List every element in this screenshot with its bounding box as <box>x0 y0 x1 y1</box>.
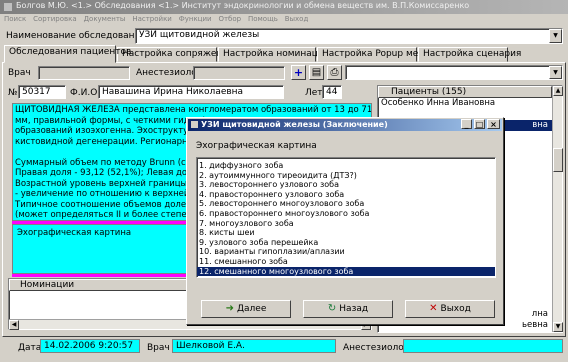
next-button-label: Далее <box>237 304 267 314</box>
exit-x-icon: ✕ <box>429 303 438 314</box>
patient-no-field[interactable]: 50317 <box>18 85 66 99</box>
printer-icon[interactable]: ⎙ <box>327 65 342 80</box>
maximize-icon[interactable]: □ <box>474 119 485 129</box>
list-item[interactable]: 2. аутоиммунного тиреоидита (ДТЗ?) <box>197 171 495 181</box>
footer-anesthesiologist-field[interactable] <box>403 339 563 353</box>
menu-settings[interactable]: Настройки <box>132 15 172 23</box>
list-item[interactable]: 9. узлового зоба перешейка <box>197 238 495 248</box>
tab-nominations[interactable]: Настройка номинаций <box>218 47 330 62</box>
age-field[interactable]: 44 <box>322 85 342 99</box>
anesthesiologist-field[interactable] <box>193 66 285 80</box>
menu-sort[interactable]: Сортировка <box>33 15 77 23</box>
dialog-title-bar: УЗИ щитовидной железы (Заключение) _ □ × <box>188 119 502 131</box>
tab-patient-exams[interactable]: Обследования пациентов <box>4 45 131 63</box>
next-arrow-icon: ➜ <box>225 303 234 314</box>
app-icon <box>3 2 13 12</box>
patients-header-label: Пациенты (155) <box>391 87 467 97</box>
list-item[interactable]: 10. варианты гипоплазии/аплазии <box>197 247 495 257</box>
exam-label: Наименование обследования <box>6 31 146 41</box>
doctor-field[interactable] <box>38 66 130 80</box>
tab-pairings[interactable]: Настройка сопряжений <box>117 47 234 62</box>
document-icon[interactable]: ▤ <box>309 65 324 80</box>
exam-select[interactable]: УЗИ щитовидной железы ▼ <box>135 28 563 44</box>
exit-button[interactable]: ✕ Выход <box>405 300 495 318</box>
next-button[interactable]: ➜ Далее <box>201 300 291 318</box>
chevron-down-icon[interactable]: ▼ <box>549 66 562 79</box>
title-bar: Болгов М.Ю. <1.> Обследования <1.> Инсти… <box>0 0 568 14</box>
tab-popup-menu[interactable]: Настройка Popup меню <box>317 47 432 62</box>
fio-field[interactable]: Навашина Ирина Николаевна <box>98 85 284 99</box>
patient-filter-select[interactable]: ▼ <box>345 65 563 80</box>
list-item[interactable]: 5. левостороннего многоузлового зоба <box>197 199 495 209</box>
scroll-up-icon[interactable]: ▲ <box>553 86 563 96</box>
nominations-label: Номинации <box>20 280 75 290</box>
scroll-thumb[interactable] <box>553 148 563 172</box>
back-button[interactable]: ↻ Назад <box>303 300 393 318</box>
menu-bar: Поиск Сортировка Документы Настройки Фун… <box>0 14 568 26</box>
date-label: Дата <box>18 343 42 353</box>
conclusion-dialog: УЗИ щитовидной железы (Заключение) _ □ ×… <box>186 117 504 325</box>
footer-doctor-field[interactable]: Шелковой Е.А. <box>172 339 336 353</box>
patients-header: Пациенты (155) <box>378 86 552 98</box>
dialog-options-list[interactable]: 1. диффузного зоба 2. аутоиммунного тире… <box>196 157 496 278</box>
dialog-title: УЗИ щитовидной железы (Заключение) <box>201 120 388 129</box>
list-item[interactable]: Особенко Инна Ивановна <box>378 98 552 109</box>
scroll-down-icon[interactable]: ▼ <box>553 322 563 332</box>
menu-exit[interactable]: Выход <box>285 15 309 23</box>
patient-no-label: № <box>8 88 18 98</box>
scroll-left-icon[interactable]: ◀ <box>9 320 19 330</box>
window-title: Болгов М.Ю. <1.> Обследования <1.> Инсти… <box>16 1 470 10</box>
minimize-icon[interactable]: _ <box>461 119 472 129</box>
report-line: ЩИТОВИДНАЯ ЖЕЛЕЗА представлена конгломер… <box>15 105 372 115</box>
exit-button-label: Выход <box>440 304 471 314</box>
back-arrow-icon: ↻ <box>327 303 337 314</box>
date-field[interactable]: 14.02.2006 9:20:57 <box>40 339 140 353</box>
list-item[interactable]: 6. правостороннего многоузлового зоба <box>197 209 495 219</box>
vertical-scrollbar[interactable]: ▲ ▼ <box>552 86 563 332</box>
menu-documents[interactable]: Документы <box>84 15 126 23</box>
list-item[interactable]: 3. левостороннего узлового зоба <box>197 180 495 190</box>
anesthesiologist-label: Анестезиолог <box>136 68 202 78</box>
add-button[interactable]: + <box>291 65 306 80</box>
menu-functions[interactable]: Функции <box>179 15 212 23</box>
back-button-label: Назад <box>339 304 369 314</box>
plus-icon: + <box>293 66 304 79</box>
chevron-down-icon[interactable]: ▼ <box>549 29 562 43</box>
menu-help[interactable]: Помощь <box>248 15 278 23</box>
menu-filter[interactable]: Отбор <box>218 15 241 23</box>
list-item[interactable]: 7. многоузлового зоба <box>197 219 495 229</box>
footer-doctor-label: Врач <box>147 343 170 353</box>
tab-scenario[interactable]: Настройка сценария <box>418 47 521 62</box>
list-item[interactable]: 8. кисты шеи <box>197 228 495 238</box>
list-item[interactable]: 4. правостороннего узлового зоба <box>197 190 495 200</box>
fio-label: Ф.И.О. <box>70 88 101 98</box>
list-item[interactable]: 1. диффузного зоба <box>197 161 495 171</box>
list-item-selected[interactable]: 12. смешанного многоузлового зоба <box>197 266 495 277</box>
exam-value: УЗИ щитовидной железы <box>139 30 260 40</box>
list-item[interactable]: 11. смешанного зоба <box>197 257 495 267</box>
close-icon[interactable]: × <box>487 119 500 129</box>
dialog-heading: Эхографическая картина <box>196 141 317 151</box>
age-label: Лет <box>305 88 323 98</box>
dialog-app-icon <box>191 121 198 128</box>
doctor-label: Врач <box>8 68 31 78</box>
footer-anesthesiologist-label: Анестезиолог <box>343 343 409 353</box>
menu-search[interactable]: Поиск <box>4 15 26 23</box>
